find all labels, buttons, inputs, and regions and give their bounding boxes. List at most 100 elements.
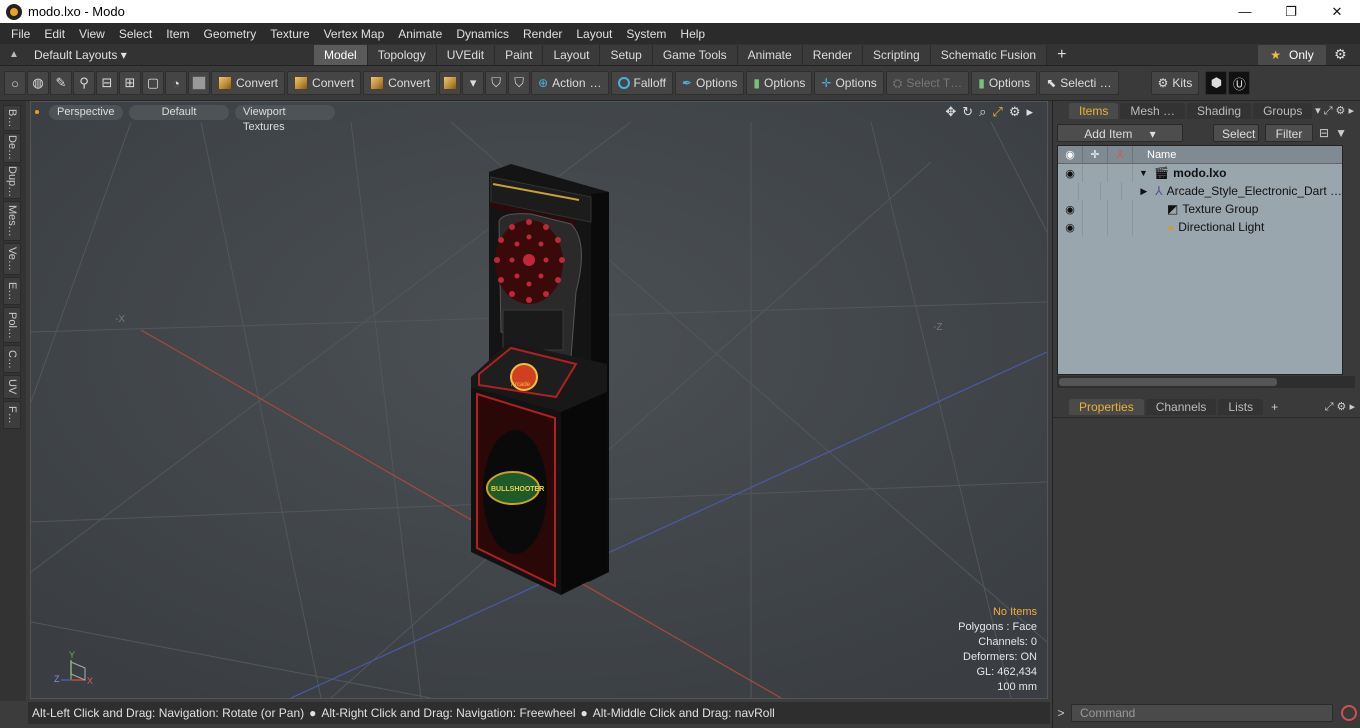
- scrollbar-thumb[interactable]: [1059, 378, 1277, 386]
- list-item[interactable]: ◉ ▼ 🎬︎ modo.lxo: [1058, 164, 1342, 182]
- menu-dynamics[interactable]: Dynamics: [449, 27, 516, 41]
- dropdown-chevron-icon[interactable]: ▾: [462, 71, 485, 95]
- visibility-eye-icon[interactable]: ◉: [1058, 200, 1083, 218]
- menu-vertex-map[interactable]: Vertex Map: [317, 27, 392, 41]
- visibility-column-eye-icon[interactable]: ◉: [1058, 146, 1083, 164]
- tab-polygon[interactable]: Pol…: [3, 307, 21, 343]
- menu-layout[interactable]: Layout: [569, 27, 619, 41]
- menu-item[interactable]: Item: [159, 27, 196, 41]
- materials-icon[interactable]: ◔: [165, 71, 187, 95]
- viewport-settings-gear-icon[interactable]: ⚙: [1009, 104, 1021, 120]
- collapse-icon[interactable]: ⊟: [1319, 126, 1329, 140]
- menu-select[interactable]: Select: [112, 27, 159, 41]
- cube-shaded-icon[interactable]: [188, 71, 210, 95]
- tab-shading[interactable]: Shading: [1187, 103, 1252, 119]
- tab-lists[interactable]: Lists: [1218, 399, 1264, 415]
- symmetry-cube-icon[interactable]: [439, 71, 462, 95]
- menu-geometry[interactable]: Geometry: [197, 27, 264, 41]
- tab-game-tools[interactable]: Game Tools: [652, 44, 738, 65]
- add-layout-tab-button[interactable]: +: [1057, 46, 1066, 64]
- item-list-vertical-scrollbar[interactable]: [1343, 145, 1355, 375]
- tab-uv[interactable]: UV: [3, 375, 21, 399]
- selection-button[interactable]: ⬉ Selecti …: [1039, 71, 1119, 95]
- options-button-3[interactable]: ✛ Options: [814, 71, 884, 95]
- convert-button-2[interactable]: Convert: [287, 71, 362, 95]
- vertex-mode-icon[interactable]: ○: [4, 71, 26, 95]
- options-button-2[interactable]: ▮ Options: [746, 71, 813, 95]
- filter-button[interactable]: Filter: [1265, 124, 1313, 142]
- maximize-view-icon[interactable]: ⤢: [992, 104, 1002, 120]
- shield-b-icon[interactable]: ⛉: [508, 71, 531, 95]
- globe-icon[interactable]: ◍: [27, 71, 49, 95]
- viewport-menu-dot-icon[interactable]: [35, 110, 39, 114]
- options-button-4[interactable]: ▮ Options: [971, 71, 1038, 95]
- list-item[interactable]: ◉ ◩ Texture Group: [1058, 200, 1342, 218]
- unity-icon[interactable]: ⬢: [1205, 71, 1228, 95]
- tab-setup[interactable]: Setup: [600, 44, 653, 65]
- render-column-icon[interactable]: ⅄: [1108, 146, 1133, 164]
- brush-icon[interactable]: ⚲: [73, 71, 95, 95]
- panel-options-icons[interactable]: ▾ ⤢ ⚙ ▸: [1315, 104, 1354, 118]
- menu-system[interactable]: System: [619, 27, 673, 41]
- layout-up-arrow-icon[interactable]: ▲: [4, 49, 24, 60]
- item-list-horizontal-scrollbar[interactable]: [1057, 376, 1355, 388]
- gear-icon[interactable]: ⚙: [1334, 46, 1347, 63]
- tab-mesh[interactable]: Mesh …: [1120, 103, 1186, 119]
- zoom-view-icon[interactable]: ⌕: [979, 104, 986, 120]
- select-button[interactable]: Select: [1213, 124, 1259, 142]
- menu-help[interactable]: Help: [673, 27, 712, 41]
- tab-uvedit[interactable]: UVEdit: [436, 44, 496, 65]
- tab-mesh-edit[interactable]: Mes…: [3, 201, 21, 241]
- falloff-button[interactable]: Falloff: [610, 71, 673, 95]
- add-item-button[interactable]: Add Item ▾: [1057, 124, 1183, 142]
- 3d-viewport[interactable]: Arcade BULLSHOOTER Perspective Default V…: [30, 101, 1048, 699]
- kits-button[interactable]: ⚙ Kits: [1150, 71, 1200, 95]
- only-toggle[interactable]: ★ Only: [1258, 45, 1326, 65]
- menu-render[interactable]: Render: [516, 27, 569, 41]
- tab-animate[interactable]: Animate: [737, 44, 803, 65]
- tab-items[interactable]: Items: [1069, 103, 1119, 119]
- menu-view[interactable]: View: [72, 27, 112, 41]
- list-item[interactable]: ◉ ◕ Directional Light: [1058, 218, 1342, 236]
- record-macro-icon[interactable]: [1341, 705, 1357, 721]
- tab-layout[interactable]: Layout: [543, 44, 601, 65]
- move-view-icon[interactable]: ✥: [945, 104, 956, 120]
- menu-animate[interactable]: Animate: [391, 27, 449, 41]
- shading-mode-button[interactable]: Default: [129, 104, 229, 120]
- properties-panel-options-icons[interactable]: ⤢ ⚙ ▸: [1325, 400, 1355, 414]
- select-through-button[interactable]: ⛭ Select T…: [885, 71, 970, 95]
- tab-scripting[interactable]: Scripting: [863, 44, 931, 65]
- tab-render[interactable]: Render: [802, 44, 864, 65]
- command-input[interactable]: Command: [1071, 704, 1333, 722]
- tab-schematic-fusion[interactable]: Schematic Fusion: [930, 44, 1048, 65]
- tab-deform[interactable]: De…: [3, 133, 21, 163]
- name-column-header[interactable]: Name: [1133, 149, 1176, 161]
- menu-texture[interactable]: Texture: [263, 27, 316, 41]
- layout-selector[interactable]: Default Layouts ▾: [34, 48, 314, 62]
- convert-button-1[interactable]: Convert: [211, 71, 286, 95]
- add-panel-tab-button[interactable]: +: [1271, 400, 1278, 414]
- options-button-1[interactable]: ✒ Options: [674, 71, 745, 95]
- close-button[interactable]: ✕: [1314, 0, 1360, 23]
- tab-basic[interactable]: B…: [3, 105, 21, 131]
- tab-curve[interactable]: C…: [3, 345, 21, 373]
- viewport-textures-button[interactable]: Viewport Textures: [235, 104, 335, 133]
- items-icon[interactable]: ▢: [142, 71, 164, 95]
- tab-paint[interactable]: Paint: [495, 44, 544, 65]
- maximize-button[interactable]: ❐: [1268, 0, 1314, 23]
- rotate-view-icon[interactable]: ↻: [962, 104, 973, 120]
- expand-arrow-icon[interactable]: ▼: [1139, 168, 1148, 178]
- menu-file[interactable]: File: [4, 27, 37, 41]
- lock-column-icon[interactable]: ✛: [1083, 146, 1108, 164]
- convert-button-3[interactable]: Convert: [363, 71, 438, 95]
- tab-duplicate[interactable]: Dup…: [3, 165, 21, 199]
- minimize-button[interactable]: —: [1222, 0, 1268, 23]
- tab-groups[interactable]: Groups: [1253, 103, 1313, 119]
- funnel-icon[interactable]: ▼: [1335, 126, 1347, 140]
- visibility-eye-icon[interactable]: ◉: [1058, 164, 1083, 182]
- tab-topology[interactable]: Topology: [367, 44, 437, 65]
- viewport-expand-arrow-icon[interactable]: ▸: [1026, 104, 1033, 120]
- tab-edge[interactable]: E…: [3, 277, 21, 305]
- tab-channels[interactable]: Channels: [1145, 399, 1217, 415]
- shield-a-icon[interactable]: ⛉: [485, 71, 508, 95]
